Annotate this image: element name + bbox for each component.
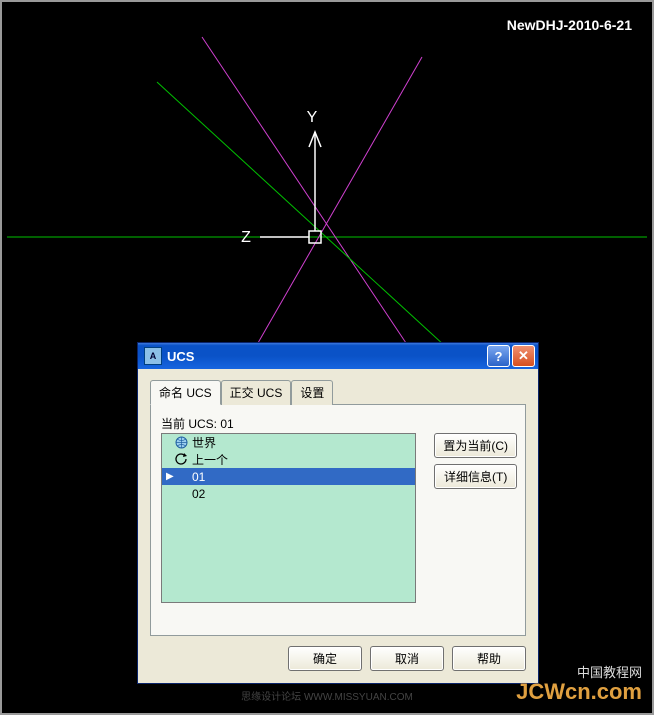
list-item-label: 世界	[192, 434, 216, 451]
previous-icon	[174, 453, 188, 467]
svg-text:Z: Z	[241, 229, 251, 246]
watermark-center: 思缘设计论坛 WWW.MISSYUAN.COM	[241, 688, 413, 703]
list-item[interactable]: ▶ 01	[162, 468, 415, 485]
details-button[interactable]: 详细信息(T)	[434, 464, 517, 489]
help-title-button[interactable]: ?	[487, 345, 510, 367]
dialog-title: UCS	[167, 349, 485, 364]
blank-icon	[174, 470, 188, 484]
list-item-label: 上一个	[192, 451, 228, 468]
tab-settings[interactable]: 设置	[291, 380, 333, 405]
app-icon: A	[144, 347, 162, 365]
list-item[interactable]: 02	[162, 485, 415, 502]
help-button[interactable]: 帮助	[452, 646, 526, 671]
watermark-bottom: 中国教程网 JCWcn.com	[516, 662, 642, 705]
list-item-label: 02	[192, 487, 205, 501]
close-button[interactable]: ✕	[512, 345, 535, 367]
cancel-button[interactable]: 取消	[370, 646, 444, 671]
tab-panel-named: 当前 UCS: 01 世界 上一个	[150, 404, 526, 636]
dialog-titlebar[interactable]: A UCS ? ✕	[138, 343, 538, 369]
list-item[interactable]: 上一个	[162, 451, 415, 468]
list-item[interactable]: 世界	[162, 434, 415, 451]
current-ucs-label: 当前 UCS: 01	[161, 415, 515, 432]
set-current-button[interactable]: 置为当前(C)	[434, 433, 517, 458]
blank-icon	[174, 487, 188, 501]
tab-strip: 命名 UCS 正交 UCS 设置	[150, 380, 526, 405]
tab-named-ucs[interactable]: 命名 UCS	[150, 380, 221, 405]
globe-icon	[174, 436, 188, 450]
tab-ortho-ucs[interactable]: 正交 UCS	[221, 380, 292, 405]
svg-text:Y: Y	[307, 109, 318, 126]
list-item-label: 01	[192, 470, 205, 484]
row-marker: ▶	[166, 471, 174, 482]
ucs-listbox[interactable]: 世界 上一个 ▶ 01	[161, 433, 416, 603]
ucs-dialog: A UCS ? ✕ 命名 UCS 正交 UCS 设置 当前 UCS: 01	[137, 342, 539, 684]
ok-button[interactable]: 确定	[288, 646, 362, 671]
